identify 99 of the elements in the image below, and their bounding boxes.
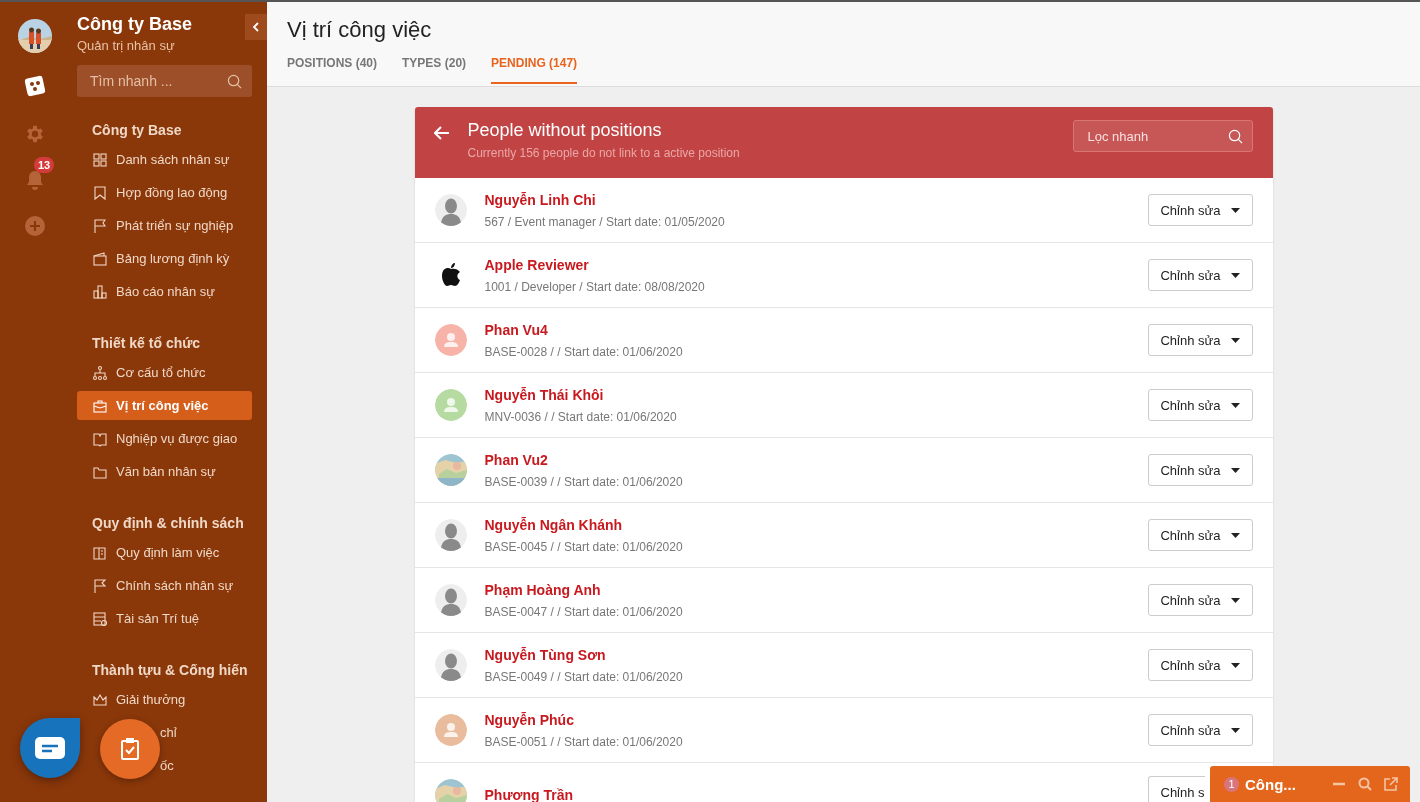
nav-section-title: Thành tựu & Cống hiến — [91, 661, 249, 680]
nav-item[interactable]: Vị trí công việc — [77, 391, 252, 420]
nav-item[interactable]: Nghiệp vụ được giao — [77, 424, 252, 453]
nav-item[interactable]: Văn bản nhân sự — [77, 457, 252, 486]
nav-item[interactable]: Tài sản Trí tuệ — [77, 604, 252, 633]
edit-dropdown-button[interactable]: Chỉnh sửa — [1147, 259, 1253, 291]
caret-icon — [1230, 532, 1240, 538]
nav-section-title: Thiết kế tổ chức — [91, 334, 202, 353]
nav-item-icon — [92, 577, 108, 594]
nav-item-icon — [92, 151, 108, 168]
caret-icon — [1230, 662, 1240, 668]
person-name[interactable]: Phan Vu2 — [484, 451, 1130, 468]
edit-dropdown-button[interactable]: Chỉnh sửa — [1147, 519, 1253, 551]
person-name[interactable]: Phương Trần — [484, 787, 1130, 802]
page-title: Vị trí công việc — [287, 17, 433, 43]
nav-item[interactable]: Cơ cấu tổ chức — [77, 358, 252, 387]
collapse-button[interactable] — [245, 14, 267, 40]
nav-section-title: Công ty Base — [91, 121, 183, 140]
search-icon[interactable] — [1358, 777, 1372, 791]
chat-count-badge: 1 — [1224, 776, 1239, 792]
person-details: BASE-0039 / / Start date: 01/06/2020 — [484, 474, 684, 489]
person-details: BASE-0045 / / Start date: 01/06/2020 — [484, 539, 684, 554]
nav-item[interactable]: Quy định làm việc — [77, 538, 252, 567]
caret-icon — [1230, 272, 1240, 278]
person-name[interactable]: Nguyễn Linh Chi — [484, 191, 1130, 208]
search-icon — [1227, 128, 1243, 144]
tab[interactable]: PENDING (147) — [491, 56, 578, 84]
chat-title: Công... — [1245, 775, 1297, 793]
caret-icon — [1230, 467, 1240, 473]
nav-item[interactable]: Hợp đồng lao động — [77, 178, 252, 207]
company-subtitle: Quản trị nhân sự — [77, 38, 176, 53]
person-name[interactable]: Phan Vu4 — [484, 321, 1130, 338]
external-link-icon[interactable] — [1384, 777, 1398, 791]
nav-item[interactable]: Báo cáo nhân sự — [77, 277, 252, 306]
caret-icon — [1230, 727, 1240, 733]
settings-icon[interactable] — [24, 123, 46, 145]
nav-item-icon — [92, 364, 108, 381]
nav-item-icon — [92, 544, 108, 561]
edit-dropdown-button[interactable]: Chỉnh sửa — [1147, 324, 1253, 356]
person-details: MNV-0036 / / Start date: 01/06/2020 — [484, 409, 678, 424]
nav-item[interactable]: chỉ — [160, 718, 183, 747]
search-field[interactable]: Tìm nhanh ... — [77, 65, 252, 97]
nav-item[interactable]: ốc — [160, 751, 180, 780]
person-details: BASE-0028 / / Start date: 01/06/2020 — [484, 344, 684, 359]
person-details: BASE-0049 / / Start date: 01/06/2020 — [484, 669, 684, 684]
tab[interactable]: TYPES (20) — [402, 56, 467, 84]
person-name[interactable]: Nguyễn Ngân Khánh — [484, 516, 1130, 533]
caret-icon — [1230, 597, 1240, 603]
nav-item[interactable]: Giải thưởng — [77, 685, 252, 714]
caret-icon — [1230, 207, 1240, 213]
clipboard-check-icon — [120, 737, 140, 761]
add-icon[interactable] — [24, 215, 46, 237]
search-icon — [227, 73, 242, 89]
nav-item-icon — [92, 217, 108, 234]
edit-dropdown-button[interactable]: Chỉnh sửa — [1147, 454, 1253, 486]
nav-item-icon — [92, 184, 108, 201]
edit-dropdown-button[interactable]: Chỉnh sửa — [1147, 584, 1253, 616]
avatar-silhouette-icon — [434, 519, 467, 551]
company-name: Công ty Base — [77, 14, 193, 35]
avatar-silhouette-icon — [434, 584, 467, 616]
caret-icon — [1230, 337, 1240, 343]
person-details: 1001 / Developer / Start date: 08/08/2020 — [484, 279, 706, 294]
person-details: BASE-0047 / / Start date: 01/06/2020 — [484, 604, 684, 619]
nav-item-icon — [92, 397, 108, 414]
person-name[interactable]: Phạm Hoàng Anh — [484, 581, 1130, 598]
avatar-silhouette-icon — [434, 649, 467, 681]
tab[interactable]: POSITIONS (40) — [287, 56, 378, 84]
edit-dropdown-button[interactable]: Chỉnh sửa — [1147, 714, 1253, 746]
nav-item[interactable]: Chính sách nhân sự — [77, 571, 252, 600]
notification-badge: 13 — [34, 157, 55, 173]
person-details: 567 / Event manager / Start date: 01/05/2020 — [484, 214, 726, 229]
nav-item-icon — [92, 430, 108, 447]
caret-icon — [1230, 402, 1240, 408]
panel-title: People without positions — [467, 120, 663, 141]
message-icon — [35, 737, 65, 759]
edit-dropdown-button[interactable]: Chỉnh sửa — [1147, 649, 1253, 681]
person-name[interactable]: Nguyễn Tùng Sơn — [484, 646, 1130, 663]
nav-item[interactable]: Bảng lương định kỳ — [77, 244, 252, 273]
nav-item-icon — [92, 283, 108, 300]
avatar-silhouette-icon — [434, 194, 467, 226]
filter-field[interactable]: Lọc nhanh — [1072, 120, 1253, 152]
nav-item[interactable]: Danh sách nhân sự — [77, 145, 252, 174]
nav-section-title: Quy định & chính sách — [91, 514, 245, 533]
edit-dropdown-button[interactable]: Chỉnh sửa — [1147, 194, 1253, 226]
chevron-left-icon — [252, 22, 260, 32]
person-name[interactable]: Apple Reviewer — [484, 256, 1130, 273]
app-logo-icon[interactable] — [24, 75, 46, 97]
person-name[interactable]: Nguyễn Thái Khôi — [484, 386, 1130, 403]
nav-item-icon — [92, 610, 108, 627]
nav-item[interactable]: Phát triển sự nghiệp — [77, 211, 252, 240]
person-name[interactable]: Nguyễn Phúc — [484, 711, 1130, 728]
edit-dropdown-button[interactable]: Chỉnh s — [1147, 776, 1205, 802]
nav-item-icon — [92, 250, 108, 267]
edit-dropdown-button[interactable]: Chỉnh sửa — [1147, 389, 1253, 421]
person-details: BASE-0051 / / Start date: 01/06/2020 — [484, 734, 684, 749]
back-arrow-icon — [433, 126, 450, 140]
chat-widget[interactable]: 1 Công... — [1210, 766, 1410, 802]
notification-bell-icon[interactable] — [24, 169, 46, 191]
panel-subtitle: Currently 156 people do not link to a active position — [467, 146, 741, 160]
